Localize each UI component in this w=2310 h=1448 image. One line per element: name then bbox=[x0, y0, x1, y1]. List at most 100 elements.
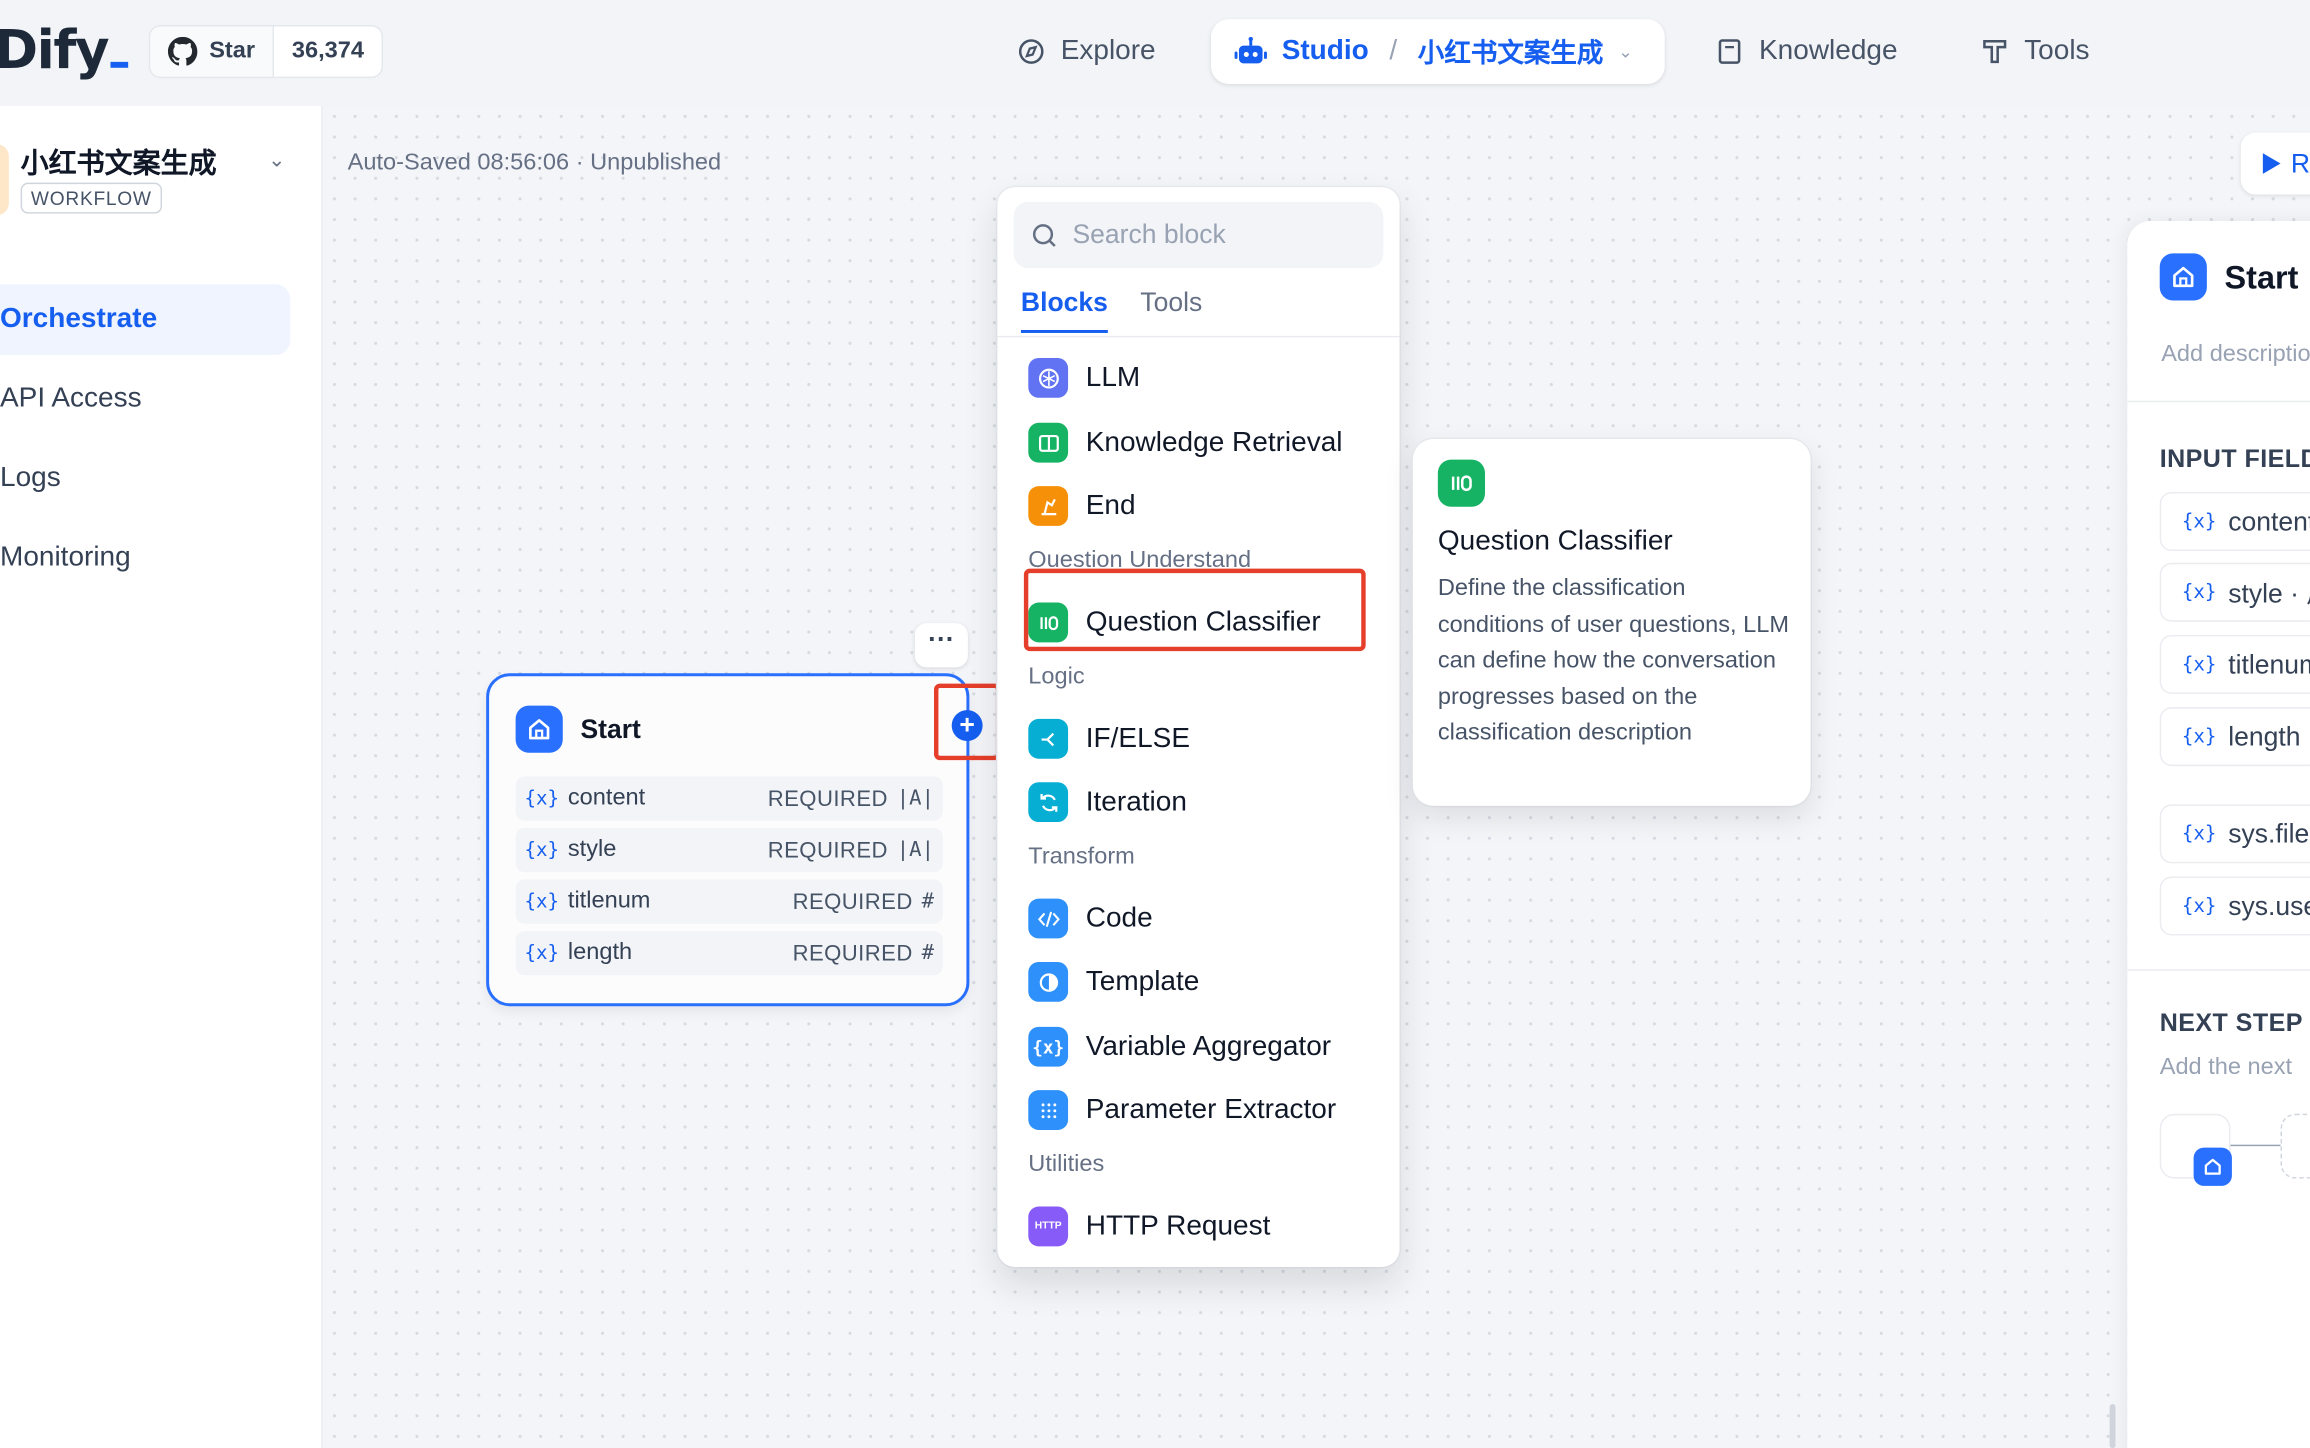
variable-icon: {x} bbox=[2181, 822, 2217, 845]
input-field-item[interactable]: {x}titlenum bbox=[2159, 634, 2310, 694]
top-nav: Dify Star 36,374 Explore Studio / 小红书文案生… bbox=[0, 0, 2310, 107]
block-item-http-request[interactable]: HTTP HTTP Request bbox=[1028, 1206, 1270, 1247]
category-utilities: Utilities bbox=[1028, 1152, 1105, 1178]
system-field-item: {x}sys.user bbox=[2159, 876, 2310, 936]
start-var-row: {x} content REQUIRED |A| bbox=[515, 776, 943, 821]
http-icon: HTTP bbox=[1028, 1206, 1069, 1247]
sidebar-item-monitoring[interactable]: Monitoring bbox=[0, 523, 290, 594]
block-item-code[interactable]: Code bbox=[1028, 898, 1153, 939]
app-type-badge: WORKFLOW bbox=[20, 182, 163, 214]
block-item-end[interactable]: End bbox=[1028, 486, 1136, 526]
chevron-down-icon[interactable]: ⌄ bbox=[1618, 41, 1633, 62]
highlight-box-question-classifier bbox=[1023, 568, 1366, 652]
node-config-panel: Start Add description INPUT FIELD {x} con… bbox=[2127, 220, 2310, 1448]
input-field-item[interactable]: {x} length · bbox=[2159, 707, 2310, 767]
divider bbox=[2127, 400, 2310, 403]
node-more-button[interactable]: ··· bbox=[914, 623, 968, 668]
github-star-button[interactable]: Star 36,374 bbox=[148, 25, 384, 79]
start-var-row: {x} titlenum REQUIRED # bbox=[515, 879, 943, 924]
variable-icon: {x} bbox=[524, 942, 560, 965]
autosave-status: Auto-Saved 08:56:06 · Unpublished bbox=[347, 150, 722, 176]
tooltip-title: Question Classifier bbox=[1437, 525, 1673, 557]
llm-icon bbox=[1028, 357, 1069, 398]
robot-icon bbox=[1234, 36, 1267, 64]
system-field-item: {x}sys.files bbox=[2159, 804, 2310, 864]
classifier-icon bbox=[1437, 459, 1485, 507]
sidebar-item-logs[interactable]: Logs bbox=[0, 443, 290, 514]
tab-tools[interactable]: Tools bbox=[1140, 287, 1202, 333]
variable-icon: {x} bbox=[524, 838, 560, 862]
block-selector-menu: Search block Blocks Tools LLM Knowledge … bbox=[997, 187, 1400, 1267]
variable-icon: {x} bbox=[524, 787, 560, 810]
home-icon bbox=[515, 705, 563, 753]
nav-studio[interactable]: Studio / 小红书文案生成 ⌄ bbox=[1210, 19, 1666, 84]
start-var-row: {x} length REQUIRED # bbox=[515, 931, 943, 976]
category-logic: Logic bbox=[1028, 664, 1085, 690]
panel-title[interactable]: Start bbox=[2225, 259, 2299, 297]
book-open-icon bbox=[1028, 422, 1069, 463]
variable-icon: {x} bbox=[1028, 1026, 1069, 1067]
loop-icon bbox=[1028, 782, 1069, 823]
block-item-template[interactable]: Template bbox=[1028, 962, 1199, 1002]
variable-icon: {x} bbox=[2181, 725, 2217, 748]
sidebar-item-orchestrate[interactable]: Orchestrate bbox=[0, 284, 291, 356]
category-question-understand: Question Understand bbox=[1028, 548, 1252, 568]
variable-icon: {x} bbox=[2181, 510, 2217, 533]
block-item-knowledge-retrieval[interactable]: Knowledge Retrieval bbox=[1028, 422, 1342, 463]
category-transform: Transform bbox=[1028, 844, 1135, 870]
app-name: 小红书文案生成 bbox=[20, 147, 217, 180]
tooltip-description: Define the classification conditions of … bbox=[1437, 576, 1790, 746]
code-icon bbox=[1028, 898, 1069, 939]
variable-icon: {x} bbox=[524, 890, 560, 913]
dify-logo[interactable]: Dify bbox=[0, 21, 129, 81]
tab-divider bbox=[997, 335, 1400, 338]
app-header[interactable]: 小红书文案生成 WORKFLOW ⌄ bbox=[0, 141, 323, 229]
block-item-parameter-extractor[interactable]: Parameter Extractor bbox=[1028, 1090, 1336, 1130]
block-item-variable-aggregator[interactable]: {x} Variable Aggregator bbox=[1028, 1026, 1331, 1067]
book-icon bbox=[1718, 39, 1741, 64]
chevron-down-icon[interactable]: ⌄ bbox=[268, 147, 285, 172]
home-icon bbox=[2159, 253, 2207, 301]
github-star-label: Star bbox=[209, 38, 256, 64]
app-sidebar: 小红书文案生成 WORKFLOW ⌄ Orchestrate API Acces… bbox=[0, 106, 323, 1448]
panel-description-input[interactable]: Add description bbox=[2161, 342, 2310, 369]
start-node[interactable]: Start {x} content REQUIRED |A| {x} style REQU… bbox=[486, 673, 970, 1007]
search-icon bbox=[1032, 223, 1056, 247]
variable-icon: {x} bbox=[2181, 581, 2217, 604]
compass-icon bbox=[1018, 39, 1044, 64]
next-step-label: NEXT STEP bbox=[2159, 1009, 2303, 1038]
input-fields-label: INPUT FIELD bbox=[2159, 444, 2310, 473]
app-icon bbox=[0, 144, 9, 216]
start-var-row: {x} style REQUIRED |A| bbox=[515, 827, 943, 873]
nav-tools[interactable]: Tools bbox=[1980, 19, 2090, 84]
github-star-count: 36,374 bbox=[291, 38, 364, 64]
block-tooltip: Question Classifier Define the classific… bbox=[1412, 439, 1811, 806]
canvas-scrollbar[interactable] bbox=[2109, 1403, 2116, 1448]
input-field-item[interactable]: {x}style · 風 bbox=[2159, 562, 2310, 622]
flag-icon bbox=[1028, 486, 1069, 526]
github-icon bbox=[167, 36, 198, 66]
connector-line bbox=[2230, 1144, 2281, 1147]
variable-icon: {x} bbox=[2181, 653, 2217, 676]
nav-knowledge[interactable]: Knowledge bbox=[1715, 19, 1898, 84]
block-item-iteration[interactable]: Iteration bbox=[1028, 782, 1187, 823]
next-step-add-node[interactable] bbox=[2280, 1113, 2310, 1179]
nav-explore[interactable]: Explore bbox=[1017, 19, 1156, 84]
template-icon bbox=[1028, 962, 1069, 1002]
variable-icon: {x} bbox=[2181, 894, 2217, 918]
current-app-name[interactable]: 小红书文案生成 bbox=[1418, 32, 1604, 70]
sidebar-item-api-access[interactable]: API Access bbox=[0, 364, 290, 435]
search-block-input[interactable]: Search block bbox=[1013, 201, 1384, 269]
highlight-box-add-button bbox=[934, 683, 1001, 761]
branch-icon bbox=[1028, 718, 1069, 759]
hammer-icon bbox=[1983, 39, 2007, 64]
start-node-title: Start bbox=[580, 714, 641, 744]
divider bbox=[2127, 969, 2310, 971]
run-button[interactable]: R bbox=[2240, 132, 2310, 195]
grid-icon bbox=[1028, 1090, 1069, 1130]
next-step-start-node bbox=[2159, 1113, 2232, 1186]
block-item-if-else[interactable]: IF/ELSE bbox=[1028, 718, 1190, 759]
input-field-item[interactable]: {x} content bbox=[2159, 492, 2310, 551]
tab-blocks[interactable]: Blocks bbox=[1020, 287, 1108, 333]
block-item-llm[interactable]: LLM bbox=[1028, 357, 1140, 398]
